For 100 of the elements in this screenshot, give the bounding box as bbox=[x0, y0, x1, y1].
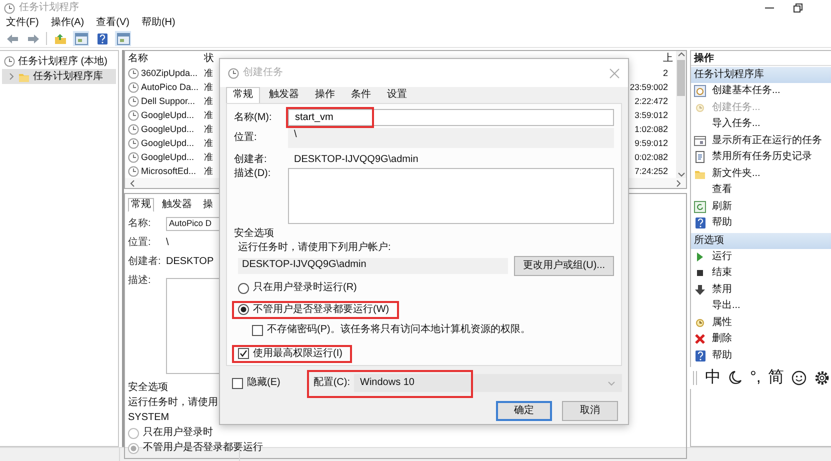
chevron-icon[interactable] bbox=[8, 72, 15, 81]
option-label: 使用最高权限运行(I) bbox=[253, 348, 342, 360]
description-field[interactable] bbox=[288, 168, 614, 224]
field-label: 名称(M): bbox=[234, 112, 273, 124]
dialog-button[interactable]: 确定 bbox=[496, 401, 552, 421]
action-link[interactable]: 禁用 bbox=[712, 284, 732, 296]
action-link[interactable]: 创建基本任务... bbox=[712, 85, 780, 98]
tab[interactable]: 设置 bbox=[380, 87, 414, 103]
table-cell-text: 准 bbox=[204, 124, 214, 134]
forward-arrow-icon[interactable] bbox=[26, 32, 40, 44]
section-header[interactable]: 任务计划程序库 bbox=[691, 67, 831, 83]
clock-icon bbox=[128, 96, 139, 106]
action-link[interactable]: 结束 bbox=[712, 267, 732, 280]
action-link[interactable]: 禁用所有任务历史记录 bbox=[712, 151, 812, 164]
dialog-button[interactable]: 取消 bbox=[562, 401, 618, 421]
radio-button[interactable] bbox=[128, 442, 139, 454]
tab[interactable]: 条件 bbox=[344, 87, 378, 103]
scroll-right-icon[interactable] bbox=[675, 178, 682, 188]
punctuation-toggle[interactable]: °, bbox=[750, 368, 761, 388]
column-header[interactable]: 上 bbox=[663, 52, 676, 64]
task-name[interactable]: GoogleUpd... bbox=[141, 124, 194, 134]
table-cell-text: 准 bbox=[204, 68, 214, 78]
tab[interactable]: 操 bbox=[200, 198, 216, 212]
radio-button[interactable] bbox=[238, 282, 249, 294]
scroll-down-icon[interactable] bbox=[676, 171, 686, 178]
tab[interactable]: 常规 bbox=[226, 87, 260, 103]
settings-icon[interactable] bbox=[814, 370, 830, 386]
panel-icon[interactable] bbox=[116, 32, 130, 44]
action-link[interactable]: 查看 bbox=[712, 184, 732, 196]
clock-icon bbox=[128, 124, 139, 134]
tab[interactable]: 触发器 bbox=[159, 198, 195, 212]
input-mode-toggle[interactable]: 中 bbox=[705, 368, 721, 388]
checkbox[interactable] bbox=[252, 324, 263, 336]
option-label: 隐藏(E) bbox=[247, 377, 280, 389]
field-label: 创建者: bbox=[234, 154, 268, 166]
help-icon[interactable] bbox=[96, 32, 108, 44]
menu-item[interactable]: 文件(F) bbox=[6, 17, 39, 29]
moon-icon[interactable] bbox=[728, 370, 743, 386]
tree-item[interactable]: 任务计划程序 (本地) bbox=[18, 56, 108, 68]
task-name[interactable]: Dell Suppor... bbox=[141, 96, 196, 106]
column-header[interactable]: 状 bbox=[204, 52, 218, 64]
menu-item[interactable]: 操作(A) bbox=[50, 17, 84, 29]
menu-item[interactable]: 查看(V) bbox=[96, 17, 130, 29]
menu-item[interactable]: 帮助(H) bbox=[141, 17, 176, 29]
action-link[interactable]: 删除 bbox=[712, 333, 732, 346]
folder-icon[interactable] bbox=[54, 32, 66, 44]
tree-item[interactable]: 任务计划程序库 bbox=[33, 70, 103, 82]
radio-button[interactable] bbox=[238, 304, 249, 315]
table-cell-text: 9:59:01 bbox=[634, 138, 663, 148]
dropdown[interactable]: Windows 10 bbox=[354, 374, 622, 392]
task-name[interactable]: GoogleUpd... bbox=[141, 110, 194, 120]
tab[interactable]: 触发器 bbox=[262, 87, 306, 103]
scroll-left-icon[interactable] bbox=[129, 178, 136, 188]
action-link[interactable]: 导入任务... bbox=[712, 118, 760, 130]
scrollbar[interactable] bbox=[676, 51, 686, 178]
table-cell-text: 2 bbox=[663, 96, 670, 106]
restore-icon[interactable] bbox=[793, 3, 803, 13]
column-header[interactable]: 名称 bbox=[128, 52, 204, 64]
clock-icon bbox=[128, 152, 139, 162]
task-name[interactable]: GoogleUpd... bbox=[141, 152, 194, 162]
task-name[interactable]: 360ZipUpda... bbox=[141, 68, 198, 78]
script-toggle[interactable]: 简 bbox=[768, 368, 784, 388]
action-link[interactable]: 属性 bbox=[712, 316, 732, 329]
action-link[interactable]: 帮助 bbox=[712, 350, 732, 362]
field-value: DESKTOP bbox=[166, 256, 214, 268]
caret-icon bbox=[607, 380, 616, 386]
tab[interactable]: 操作 bbox=[308, 87, 342, 103]
back-arrow-icon[interactable] bbox=[6, 32, 18, 44]
account-name: SYSTEM bbox=[128, 412, 170, 424]
panel-icon[interactable] bbox=[74, 32, 88, 44]
delete-icon bbox=[694, 333, 706, 346]
checkbox[interactable] bbox=[232, 378, 243, 388]
clock-icon bbox=[4, 2, 15, 14]
field-label: 描述(D): bbox=[234, 168, 272, 180]
action-link[interactable]: 刷新 bbox=[712, 200, 732, 213]
name-field[interactable]: start_vm bbox=[288, 109, 614, 126]
task-name[interactable]: AutoPico Da... bbox=[141, 82, 199, 92]
smiley-icon[interactable] bbox=[790, 370, 807, 386]
field-label: 位置: bbox=[128, 236, 152, 248]
task-name[interactable]: GoogleUpd... bbox=[141, 138, 194, 148]
table-cell-text: 2 bbox=[663, 152, 670, 162]
change-user-button[interactable]: 更改用户或组(U)... bbox=[514, 256, 614, 276]
action-link[interactable]: 帮助 bbox=[712, 217, 732, 230]
down-arrow-icon bbox=[694, 284, 706, 296]
drag-handle-icon[interactable] bbox=[692, 370, 698, 386]
scroll-up-icon[interactable] bbox=[676, 51, 686, 58]
group-title: 安全选项 bbox=[234, 228, 275, 240]
checkbox[interactable] bbox=[238, 348, 249, 359]
document-icon bbox=[694, 151, 706, 164]
action-link[interactable]: 运行 bbox=[712, 250, 732, 263]
action-link[interactable]: 导出... bbox=[712, 300, 740, 312]
task-name[interactable]: MicrosoftEd... bbox=[141, 166, 196, 176]
tab[interactable]: 常规 bbox=[128, 198, 154, 212]
scrollbar-thumb[interactable] bbox=[677, 60, 685, 96]
section-header[interactable]: 所选项 bbox=[691, 232, 831, 248]
action-link[interactable]: 新文件夹... bbox=[712, 168, 760, 180]
table-cell-text: 2 bbox=[663, 82, 670, 92]
action-link[interactable]: 显示所有正在运行的任务 bbox=[712, 134, 822, 147]
table-cell-text: 准 bbox=[204, 166, 214, 176]
radio-button[interactable] bbox=[128, 428, 139, 438]
